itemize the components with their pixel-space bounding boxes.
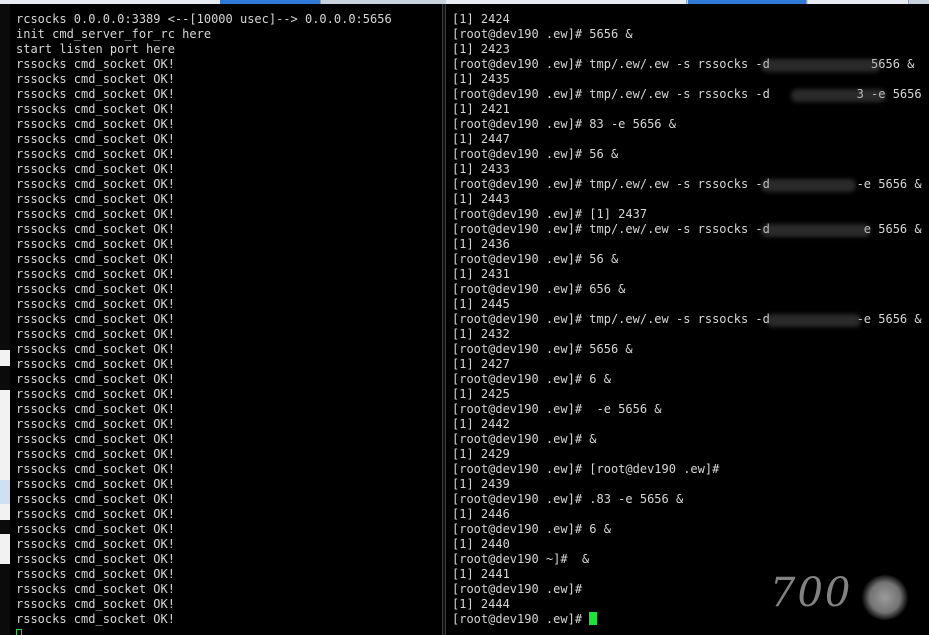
terminal-right-line: [root@dev190 .ew]# [1] 2437 [452,207,648,221]
terminal-left-line: rssocks cmd_socket OK! [16,252,175,266]
terminal-left-line: rssocks cmd_socket OK! [16,567,175,581]
redacted-ip [761,179,856,192]
terminal-right-line: [1] 2436 [452,237,510,251]
terminal-right-line: [root@dev190 .ew]# 6 & [452,372,611,386]
terminal-right-line: [1] 2433 [452,162,510,176]
terminal-left-line: rssocks cmd_socket OK! [16,387,175,401]
terminal-left-line: rssocks cmd_socket OK! [16,357,175,371]
terminal-right-line: [root@dev190 .ew]# 83 -e 5656 & [452,117,676,131]
terminal-left-line: rssocks cmd_socket OK! [16,102,175,116]
terminal-left-line: rssocks cmd_socket OK! [16,447,175,461]
terminal-left-line: rssocks cmd_socket OK! [16,222,175,236]
terminal-right-line: [1] 2445 [452,297,510,311]
terminal-left-line: rssocks cmd_socket OK! [16,477,175,491]
terminal-left-line: rssocks cmd_socket OK! [16,132,175,146]
terminal-output-left: rcsocks 0.0.0.0:3389 <--[10000 usec]--> … [10,4,442,635]
terminal-left-line: rssocks cmd_socket OK! [16,147,175,161]
terminal-left-line: rssocks cmd_socket OK! [16,237,175,251]
terminal-left-line: rssocks cmd_socket OK! [16,507,175,521]
terminal-right-line: [1] 2447 [452,132,510,146]
cursor-icon [589,612,598,625]
terminal-left-line: rssocks cmd_socket OK! [16,87,175,101]
terminal-right-line: [1] 2439 [452,477,510,491]
terminal-right-line: [1] 2425 [452,387,510,401]
terminal-right-line: [1] 2442 [452,417,510,431]
terminal-right-line: [1] 2432 [452,327,510,341]
terminal-left-line: rssocks cmd_socket OK! [16,402,175,416]
terminal-pane-right[interactable]: [1] 2424 [root@dev190 .ew]# 5656 & [1] 242… [446,4,929,635]
watermark-splat-icon [860,575,910,620]
cursor-icon [16,629,22,635]
terminal-left-line: rssocks cmd_socket OK! [16,597,175,611]
terminal-right-line: [root@dev190 .ew]# 56 & [452,252,619,266]
redacted-ip [761,224,871,237]
terminal-left-line: rssocks cmd_socket OK! [16,177,175,191]
terminal-right-line: [1] 2431 [452,267,510,281]
terminal-right-line: [1] 2427 [452,357,510,371]
terminal-right-line: [root@dev190 .ew]# tmp/.ew/.ew -s rssock… [452,177,922,191]
terminal-left-line: rssocks cmd_socket OK! [16,297,175,311]
terminal-right-line: [1] 2446 [452,507,510,521]
terminal-left-line: rssocks cmd_socket OK! [16,552,175,566]
terminal-left-line: rssocks cmd_socket OK! [16,417,175,431]
terminal-right-line: [root@dev190 .ew]# -e 5656 & [452,402,662,416]
terminal-right-line: [root@dev190 .ew]# .83 -e 5656 & [452,492,684,506]
terminal-left-line: rssocks cmd_socket OK! [16,207,175,221]
terminal-left-line: rssocks cmd_socket OK! [16,72,175,86]
terminal-right-line: [root@dev190 .ew]# & [452,432,597,446]
redacted-ip [766,314,861,327]
terminal-right-line: [1] 2423 [452,42,510,56]
terminal-left-line: rssocks cmd_socket OK! [16,312,175,326]
terminal-left-line: rssocks cmd_socket OK! [16,522,175,536]
terminal-left-line: rssocks cmd_socket OK! [16,462,175,476]
terminal-right-line: [1] 2421 [452,102,510,116]
terminal-right-line: [1] 2435 [452,72,510,86]
terminal-pane-left[interactable]: rcsocks 0.0.0.0:3389 <--[10000 usec]--> … [10,4,442,635]
redacted-ip [791,89,886,102]
terminal-left-line: rssocks cmd_socket OK! [16,327,175,341]
terminal-left-line: rssocks cmd_socket OK! [16,162,175,176]
terminal-left-line: rssocks cmd_socket OK! [16,612,175,626]
terminal-right-line: [root@dev190 .ew]# 5656 & [452,27,633,41]
terminal-left-line: rssocks cmd_socket OK! [16,282,175,296]
terminal-left-line: init cmd_server_for_rc here [16,27,212,41]
terminal-left-line: rssocks cmd_socket OK! [16,582,175,596]
terminal-right-line: [root@dev190 ~]# & [452,552,590,566]
background-window-edge [0,4,10,635]
terminal-left-line: rcsocks 0.0.0.0:3389 <--[10000 usec]--> … [16,12,392,26]
terminal-left-line: start listen port here [16,42,175,56]
terminal-left-line: rssocks cmd_socket OK! [16,432,175,446]
terminal-left-line: rssocks cmd_socket OK! [16,342,175,356]
terminal-right-line: [root@dev190 .ew]# 5656 & [452,342,633,356]
terminal-left-line: rssocks cmd_socket OK! [16,192,175,206]
terminal-right-line: [root@dev190 .ew]# 656 & [452,282,626,296]
terminal-right-line: [1] 2429 [452,447,510,461]
terminal-left-line: rssocks cmd_socket OK! [16,372,175,386]
terminal-right-line: [root@dev190 .ew]# 56 & [452,147,619,161]
terminal-left-cursor-line [16,627,442,635]
terminal-right-line: [1] 2440 [452,537,510,551]
terminal-right-line: [1] 2443 [452,192,510,206]
terminal-right-line: [1] 2424 [452,12,510,26]
terminal-left-line: rssocks cmd_socket OK! [16,492,175,506]
terminal-right-line: [root@dev190 .ew]# [root@dev190 .ew]# [452,462,720,476]
terminal-left-line: rssocks cmd_socket OK! [16,57,175,71]
terminal-left-line: rssocks cmd_socket OK! [16,267,175,281]
terminal-left-line: rssocks cmd_socket OK! [16,117,175,131]
terminal-right-line: [root@dev190 .ew]# 6 & [452,522,611,536]
shell-prompt: [root@dev190 .ew]# [452,612,590,626]
terminal-left-line: rssocks cmd_socket OK! [16,537,175,551]
redacted-ip [761,59,881,72]
